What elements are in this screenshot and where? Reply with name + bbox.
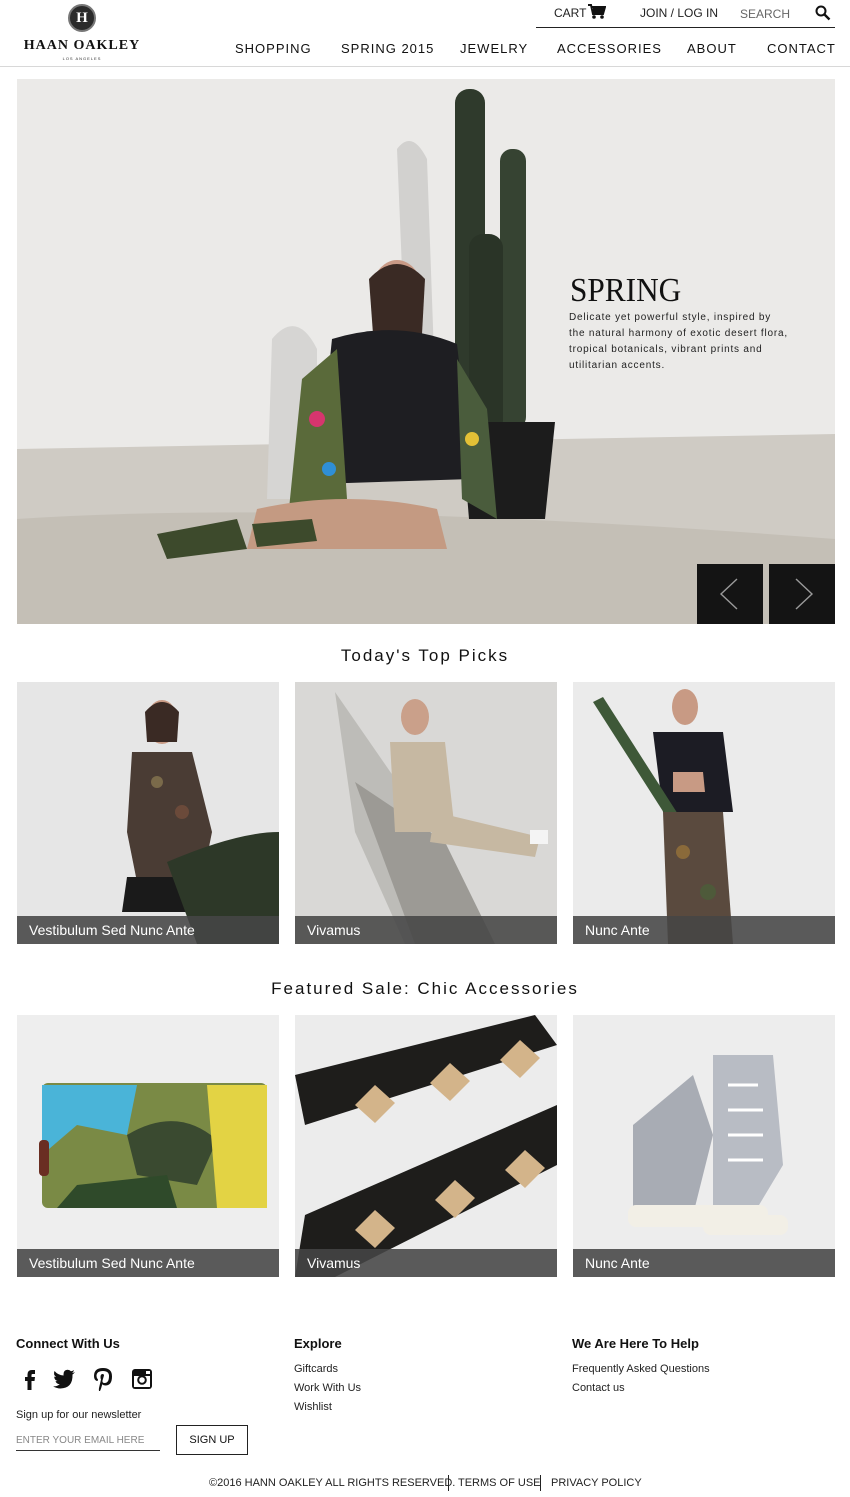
product-image [573,1015,835,1277]
footer-link-work-with-us[interactable]: Work With Us [294,1382,361,1394]
footer-link-faq[interactable]: Frequently Asked Questions [572,1363,710,1375]
help-title: We Are Here To Help [572,1336,699,1351]
footer-divider [540,1475,541,1491]
explore-title: Explore [294,1336,342,1351]
footer-link-contact[interactable]: Contact us [572,1382,625,1394]
hero-title: SPRING [570,272,682,309]
product-label: Vivamus [295,916,557,944]
cart-icon [588,4,607,19]
footer-divider [448,1475,449,1491]
nav-jewelry[interactable]: JEWELRY [460,40,528,58]
featured-card[interactable]: Vivamus [295,1015,557,1277]
featured-card[interactable]: Nunc Ante [573,1015,835,1277]
search-icon[interactable] [815,5,831,21]
product-image [573,682,835,944]
facebook-icon[interactable] [17,1366,43,1392]
nav-accessories[interactable]: ACCESSORIES [557,40,662,58]
join-login-link[interactable]: JOIN / LOG IN [640,4,718,22]
product-label: Vestibulum Sed Nunc Ante [17,1249,279,1277]
product-image [295,1015,557,1277]
privacy-policy-link[interactable]: PRIVACY POLICY [551,1476,642,1490]
utility-divider [536,27,835,28]
top-pick-card[interactable]: Vivamus [295,682,557,944]
pinterest-icon[interactable] [90,1366,116,1392]
hero-description: Delicate yet powerful style, inspired by… [569,312,788,371]
nav-about[interactable]: ABOUT [687,40,737,58]
nav-shopping[interactable]: SHOPPING [235,40,312,58]
product-image [17,1015,279,1277]
cart-link[interactable]: CART [554,4,607,22]
newsletter-label: Sign up for our newsletter [16,1409,142,1421]
instagram-icon[interactable] [129,1366,155,1392]
search-input[interactable] [740,5,810,23]
product-label: Vivamus [295,1249,557,1277]
brand-subtitle: LOS ANGELES [62,56,102,61]
site-header: H HAAN OAKLEY LOS ANGELES CART JOIN / LO… [0,0,850,67]
product-image [17,682,279,944]
nav-spring-2015[interactable]: SPRING 2015 [341,40,434,58]
twitter-icon[interactable] [51,1366,77,1392]
chevron-right-icon [795,578,814,610]
footer-link-wishlist[interactable]: Wishlist [294,1401,332,1413]
nav-contact[interactable]: CONTACT [767,40,836,58]
hero-slider: SPRING Delicate yet powerful style, insp… [17,79,835,624]
cart-label: CART [554,6,587,20]
copyright: ©2016 HANN OAKLEY ALL RIGHTS RESERVED. [209,1477,456,1489]
sign-up-button[interactable]: SIGN UP [176,1425,248,1455]
email-field[interactable] [16,1431,160,1451]
product-label: Nunc Ante [573,1249,835,1277]
brand-name: HAAN OAKLEY [23,38,141,53]
product-label: Nunc Ante [573,916,835,944]
top-pick-card[interactable]: Nunc Ante [573,682,835,944]
footer-link-giftcards[interactable]: Giftcards [294,1363,338,1375]
chevron-left-icon [719,578,738,610]
featured-title: Featured Sale: Chic Accessories [271,979,579,998]
featured-card[interactable]: Vestibulum Sed Nunc Ante [17,1015,279,1277]
top-pick-card[interactable]: Vestibulum Sed Nunc Ante [17,682,279,944]
brand-badge: H [68,4,96,32]
top-picks-title: Today's Top Picks [340,646,510,665]
product-image [295,682,557,944]
terms-of-use-link[interactable]: TERMS OF USE [458,1476,541,1490]
hero-next-button[interactable] [769,564,835,624]
product-label: Vestibulum Sed Nunc Ante [17,916,279,944]
brand-logo[interactable]: H HAAN OAKLEY LOS ANGELES [16,4,148,62]
connect-title: Connect With Us [16,1336,120,1351]
hero-prev-button[interactable] [697,564,763,624]
